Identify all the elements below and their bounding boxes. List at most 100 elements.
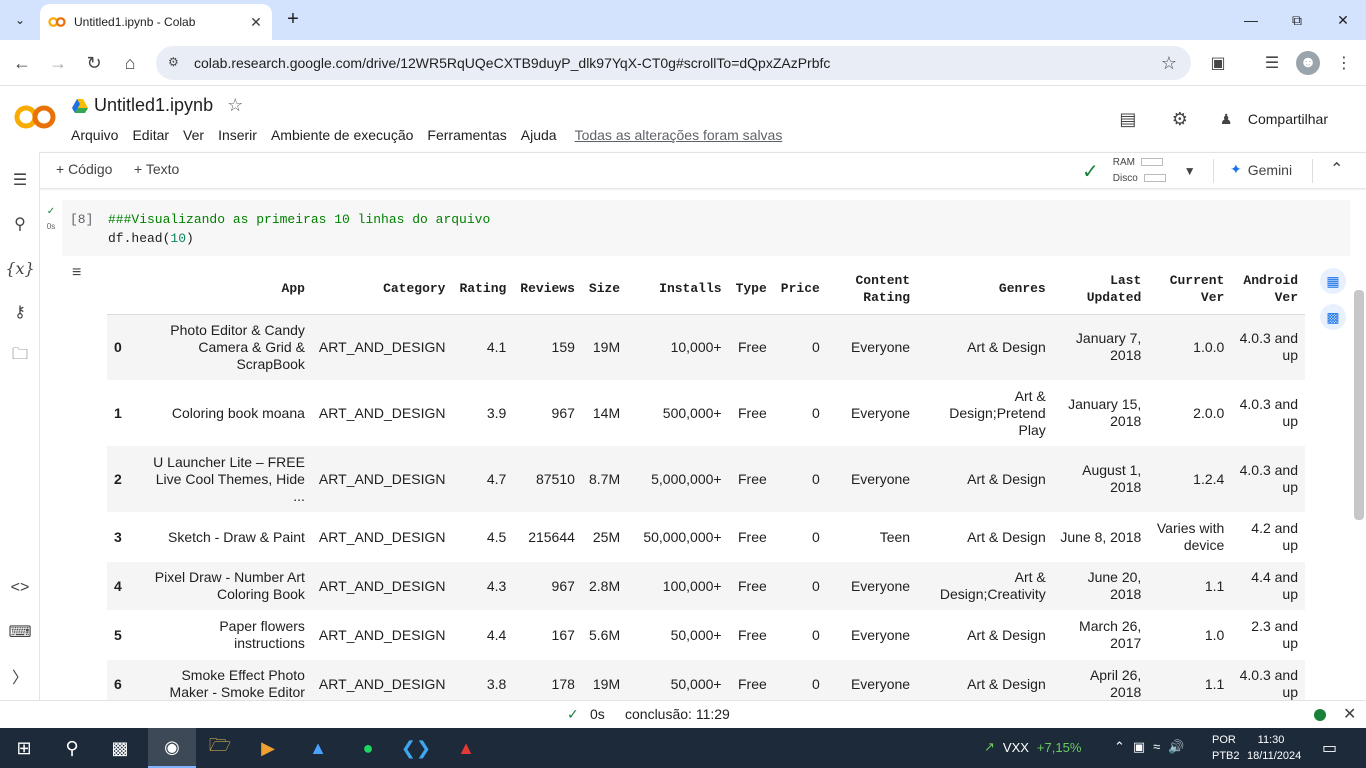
minimize-button[interactable]: —: [1228, 0, 1274, 40]
taskbar-search-icon[interactable]: ⚲: [58, 734, 86, 762]
secrets-key-icon[interactable]: ⚷: [8, 300, 32, 324]
row-index: 3: [114, 528, 122, 545]
star-notebook-icon[interactable]: ☆: [227, 95, 243, 116]
suggest-charts-icon[interactable]: ▩: [1320, 304, 1346, 330]
table-cell: 4.7: [486, 470, 507, 487]
input-language[interactable]: POR PTB2: [1212, 732, 1240, 764]
status-close-icon[interactable]: ✕: [1343, 704, 1356, 724]
taskbar-vscode-icon[interactable]: ❮❯: [401, 734, 431, 762]
table-cell: Free: [738, 404, 767, 421]
table-row: 3 Sketch - Draw & Paint ART_AND_DESIGN 4.5 2…: [107, 512, 1305, 562]
dataframe-table: App Category Rating Reviews Size Install…: [107, 264, 1305, 700]
windows-start-icon[interactable]: ⊞: [10, 734, 38, 762]
reload-icon[interactable]: ↻: [82, 51, 106, 75]
menu-ambiente[interactable]: Ambiente de execução: [271, 127, 413, 143]
comments-icon[interactable]: ▤: [1116, 107, 1140, 131]
add-code-button[interactable]: + Código: [56, 161, 112, 177]
profile-avatar[interactable]: ☻: [1296, 51, 1320, 75]
files-folder-icon[interactable]: 🗀: [8, 344, 32, 368]
code-cell[interactable]: ###Visualizando as primeiras 10 linhas d…: [44, 200, 1350, 700]
media-control-icon[interactable]: ☰: [1260, 51, 1284, 75]
table-cell: 50,000+: [670, 626, 722, 643]
table-cell: 4.0.3 and up: [1239, 462, 1298, 495]
add-text-button[interactable]: + Texto: [134, 161, 179, 177]
stock-name: VXX: [1002, 739, 1029, 755]
taskbar-acrobat-icon[interactable]: ▲: [452, 734, 480, 762]
menu-editar[interactable]: Editar: [132, 127, 169, 143]
stock-widget[interactable]: ↗ VXX +7,15%: [984, 739, 1081, 755]
code-editor[interactable]: ###Visualizando as primeiras 10 linhas d…: [62, 200, 1350, 256]
table-cell: Coloring book moana: [171, 404, 305, 421]
ram-bar: [1141, 158, 1163, 167]
taskbar-explorer-icon[interactable]: 🗁: [206, 734, 234, 762]
browser-menu-icon[interactable]: ⋮: [1332, 51, 1356, 75]
search-icon[interactable]: ⚲: [8, 212, 32, 236]
colab-logo-icon[interactable]: [14, 103, 56, 131]
menu-ajuda[interactable]: Ajuda: [521, 127, 557, 143]
table-of-contents-icon[interactable]: ☰: [8, 168, 32, 192]
window-close-button[interactable]: ✕: [1320, 0, 1366, 40]
table-cell: Everyone: [850, 675, 911, 692]
gemini-button[interactable]: ✦ Gemini: [1230, 161, 1292, 178]
notifications-icon[interactable]: ▭: [1322, 738, 1337, 758]
omnibox[interactable]: ⚙ colab.research.google.com/drive/12WR5R…: [156, 46, 1191, 80]
menu-bar: Arquivo Editar Ver Inserir Ambiente de e…: [71, 127, 796, 143]
dataframe-output: App Category Rating Reviews Size Install…: [107, 264, 1305, 700]
runtime-dropdown-icon[interactable]: ▼: [1184, 164, 1196, 178]
task-view-icon[interactable]: ▩: [106, 734, 134, 762]
menu-arquivo[interactable]: Arquivo: [71, 127, 118, 143]
column-header: Android Ver: [1231, 264, 1305, 315]
command-palette-icon[interactable]: ⌨: [8, 620, 32, 644]
forward-icon[interactable]: →: [46, 51, 70, 75]
stock-trend-icon: ↗: [984, 739, 995, 754]
table-row: 6 Smoke Effect Photo Maker - Smoke Editor…: [107, 660, 1305, 700]
column-header: Current Ver: [1148, 264, 1232, 315]
collapse-header-icon[interactable]: ⌃: [1330, 159, 1343, 179]
menu-inserir[interactable]: Inserir: [218, 127, 257, 143]
table-cell: 3.9: [486, 404, 507, 421]
menu-ferramentas[interactable]: Ferramentas: [427, 127, 506, 143]
gemini-label: Gemini: [1247, 161, 1293, 178]
drive-icon[interactable]: [72, 98, 88, 113]
table-cell: Everyone: [850, 470, 911, 487]
taskbar-spotify-icon[interactable]: ●: [354, 734, 382, 762]
restore-button[interactable]: ⧉: [1274, 0, 1320, 40]
run-status-check-icon[interactable]: ✓: [44, 206, 58, 217]
interactive-table-icon[interactable]: ▦: [1320, 268, 1346, 294]
tab-close-icon[interactable]: ✕: [248, 14, 264, 31]
menu-ver[interactable]: Ver: [183, 127, 204, 143]
terminal-icon[interactable]: 〉: [8, 664, 32, 688]
system-tray-icons[interactable]: ⌃▣≈🔊: [1114, 739, 1193, 755]
url-text[interactable]: colab.research.google.com/drive/12WR5RqU…: [194, 55, 1157, 71]
table-cell: 159: [551, 338, 575, 355]
taskbar-media-icon[interactable]: ▶: [254, 734, 282, 762]
table-row: 0 Photo Editor & Candy Camera & Grid & Sc…: [107, 314, 1305, 380]
taskbar-photos-icon[interactable]: ▲: [304, 734, 332, 762]
settings-gear-icon[interactable]: ⚙: [1168, 107, 1192, 131]
table-cell: 87510: [535, 470, 575, 487]
save-status-link[interactable]: Todas as alterações foram salvas: [575, 127, 783, 143]
taskbar-clock[interactable]: 11:30 18/11/2024: [1247, 732, 1301, 764]
notebook-scrollbar[interactable]: [1354, 290, 1364, 520]
table-row: 2 U Launcher Lite – FREE Live Cool Themes…: [107, 446, 1305, 512]
extensions-icon[interactable]: ▣: [1206, 51, 1230, 75]
table-cell: 2.3 and up: [1251, 618, 1298, 651]
notebook-name[interactable]: Untitled1.ipynb: [94, 95, 213, 116]
home-icon[interactable]: ⌂: [118, 51, 142, 75]
share-button[interactable]: ♟ Compartilhar: [1220, 111, 1328, 128]
back-icon[interactable]: ←: [10, 51, 34, 75]
variables-icon[interactable]: {x}: [5, 256, 34, 280]
table-cell: January 15, 2018: [1068, 396, 1142, 429]
table-cell: Art & Design: [967, 528, 1046, 545]
table-cell: 167: [551, 626, 575, 643]
code-snippets-icon[interactable]: <>: [8, 576, 32, 600]
table-cell: Art & Design: [967, 338, 1046, 355]
resource-monitor[interactable]: ✓ RAM Disco ▼: [1082, 155, 1196, 187]
new-tab-button[interactable]: +: [282, 8, 304, 30]
tab-search-chevron-icon[interactable]: ⌄: [8, 8, 32, 32]
bookmark-star-icon[interactable]: ☆: [1157, 53, 1181, 74]
output-actions-icon[interactable]: ≡: [72, 264, 81, 282]
site-info-icon[interactable]: ⚙: [168, 55, 184, 71]
browser-tab-colab[interactable]: Untitled1.ipynb - Colab ✕: [40, 4, 272, 40]
taskbar-chrome-icon[interactable]: ◉: [148, 728, 196, 768]
